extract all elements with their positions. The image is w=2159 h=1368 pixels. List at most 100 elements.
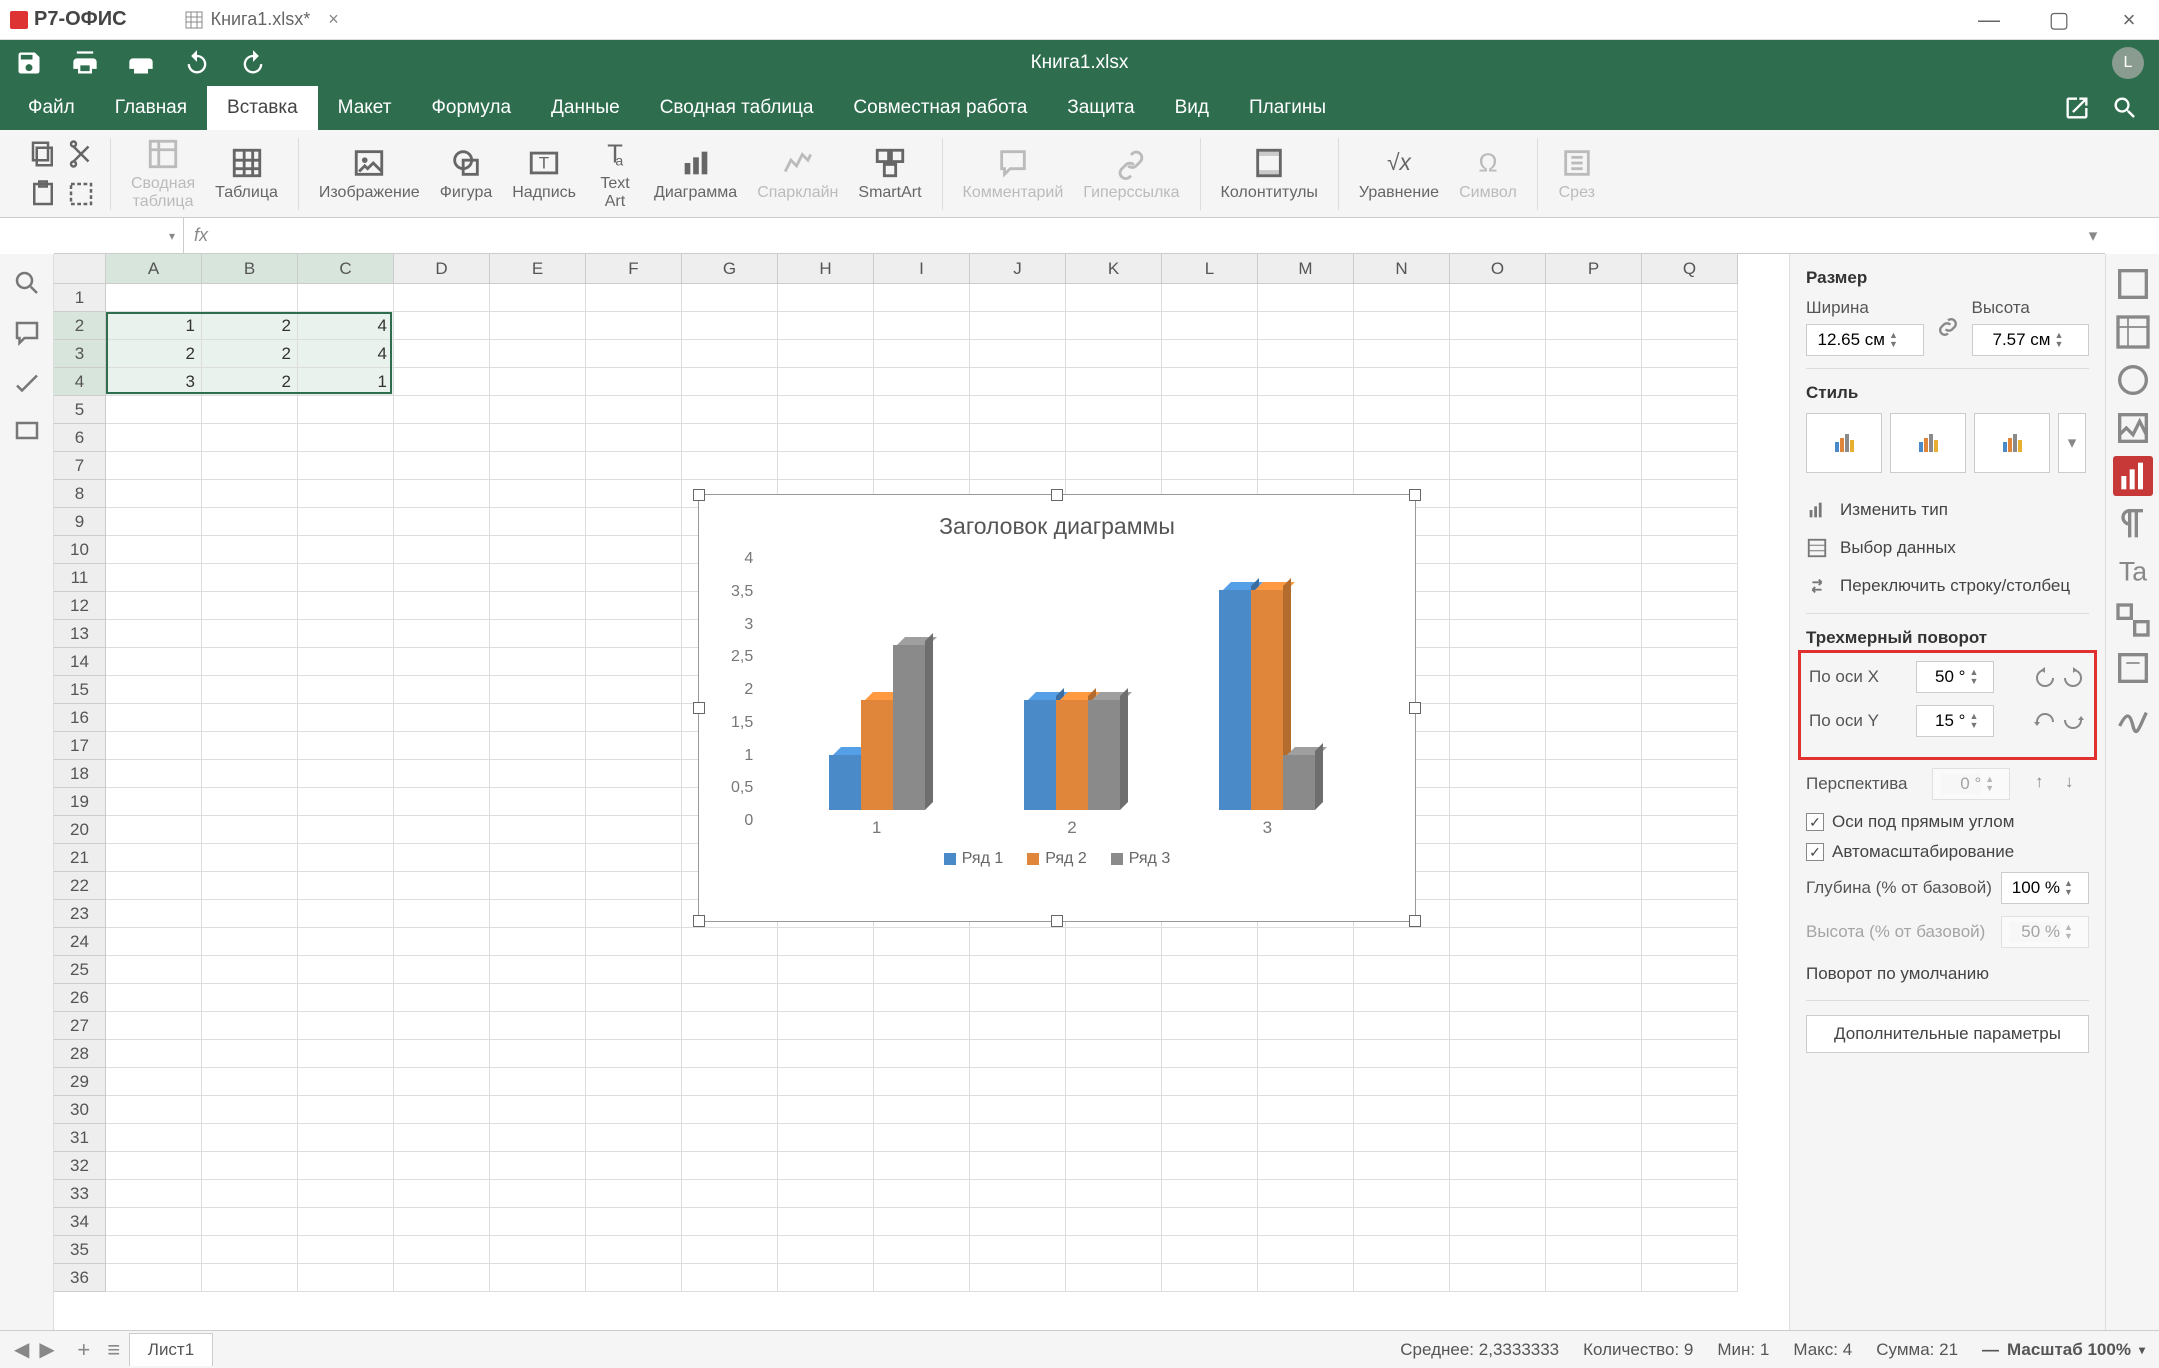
cell[interactable] [586,452,682,480]
cell[interactable] [970,396,1066,424]
cell[interactable] [1450,368,1546,396]
cell[interactable] [1354,956,1450,984]
cell[interactable] [1258,956,1354,984]
find-icon[interactable] [12,268,42,298]
cell[interactable] [682,928,778,956]
cell[interactable] [682,1068,778,1096]
cell[interactable] [1354,340,1450,368]
cell[interactable] [202,704,298,732]
cell[interactable] [1450,788,1546,816]
cell[interactable] [298,424,394,452]
row-header[interactable]: 29 [54,1068,106,1096]
cell[interactable] [586,1152,682,1180]
cell[interactable] [586,816,682,844]
cell[interactable] [778,1152,874,1180]
cell[interactable] [874,1124,970,1152]
cell[interactable]: 3 [106,368,202,396]
cell[interactable] [1546,1068,1642,1096]
cell[interactable] [298,732,394,760]
select-data-action[interactable]: Выбор данных [1806,529,2089,567]
axis-y-down-icon[interactable]: ▼ [1969,721,1978,730]
row-header[interactable]: 34 [54,1208,106,1236]
cell[interactable] [1642,1152,1738,1180]
cell[interactable] [1546,760,1642,788]
cell[interactable] [1642,452,1738,480]
cell[interactable] [970,1208,1066,1236]
cell[interactable] [202,1236,298,1264]
cell[interactable] [394,424,490,452]
cell[interactable] [490,1236,586,1264]
cell[interactable] [970,1236,1066,1264]
cell[interactable] [1642,1208,1738,1236]
cell[interactable] [1450,1152,1546,1180]
cell[interactable] [1258,312,1354,340]
cell[interactable] [1642,984,1738,1012]
cell[interactable] [874,1236,970,1264]
cell[interactable] [202,676,298,704]
cell[interactable] [1258,1040,1354,1068]
cell[interactable] [106,424,202,452]
cell[interactable] [1354,1124,1450,1152]
cell[interactable] [1258,1124,1354,1152]
cell[interactable] [586,1124,682,1152]
cell[interactable] [490,1068,586,1096]
cell[interactable] [202,872,298,900]
cell[interactable] [1642,508,1738,536]
cell[interactable] [202,620,298,648]
cell[interactable] [1546,1152,1642,1180]
cell[interactable] [394,900,490,928]
cell[interactable] [490,816,586,844]
cell[interactable] [1546,788,1642,816]
menu-data[interactable]: Данные [531,86,640,130]
cell[interactable] [682,1208,778,1236]
cell[interactable] [778,1264,874,1292]
cell[interactable] [970,1068,1066,1096]
cell[interactable] [106,1152,202,1180]
cell[interactable] [1162,424,1258,452]
row-header[interactable]: 5 [54,396,106,424]
cell[interactable] [394,956,490,984]
cell[interactable] [1162,984,1258,1012]
cell[interactable] [682,1180,778,1208]
cell[interactable] [490,760,586,788]
cell[interactable] [970,1180,1066,1208]
cell[interactable] [490,312,586,340]
cell[interactable] [1450,928,1546,956]
cell[interactable] [202,760,298,788]
cell[interactable] [298,284,394,312]
axis-x-input[interactable] [1925,667,1965,687]
cell[interactable] [298,1012,394,1040]
cell[interactable] [682,396,778,424]
cell[interactable] [298,816,394,844]
cell[interactable] [1162,1012,1258,1040]
cell[interactable] [1546,844,1642,872]
cell[interactable] [106,648,202,676]
cell[interactable] [490,536,586,564]
row-header[interactable]: 30 [54,1096,106,1124]
cell[interactable] [1642,312,1738,340]
spellcheck-icon[interactable] [12,368,42,398]
cell[interactable] [1354,1040,1450,1068]
cell[interactable] [586,956,682,984]
menu-view[interactable]: Вид [1155,86,1229,130]
chart-title[interactable]: Заголовок диаграммы [699,495,1415,550]
cell[interactable] [202,928,298,956]
cell[interactable] [106,816,202,844]
cell[interactable] [106,452,202,480]
cell[interactable] [298,1180,394,1208]
cell[interactable] [298,928,394,956]
cell[interactable] [1258,1236,1354,1264]
cell[interactable] [586,424,682,452]
col-header[interactable]: N [1354,254,1450,284]
cell[interactable] [1546,928,1642,956]
cell[interactable] [1066,1040,1162,1068]
cell[interactable] [394,704,490,732]
cell[interactable] [1354,1096,1450,1124]
cell[interactable] [1546,1096,1642,1124]
cell[interactable] [202,732,298,760]
sparkline-button[interactable]: Спарклайн [751,142,844,206]
cell[interactable] [202,788,298,816]
cell[interactable] [1546,956,1642,984]
cell[interactable] [1162,1236,1258,1264]
cell[interactable] [682,1040,778,1068]
